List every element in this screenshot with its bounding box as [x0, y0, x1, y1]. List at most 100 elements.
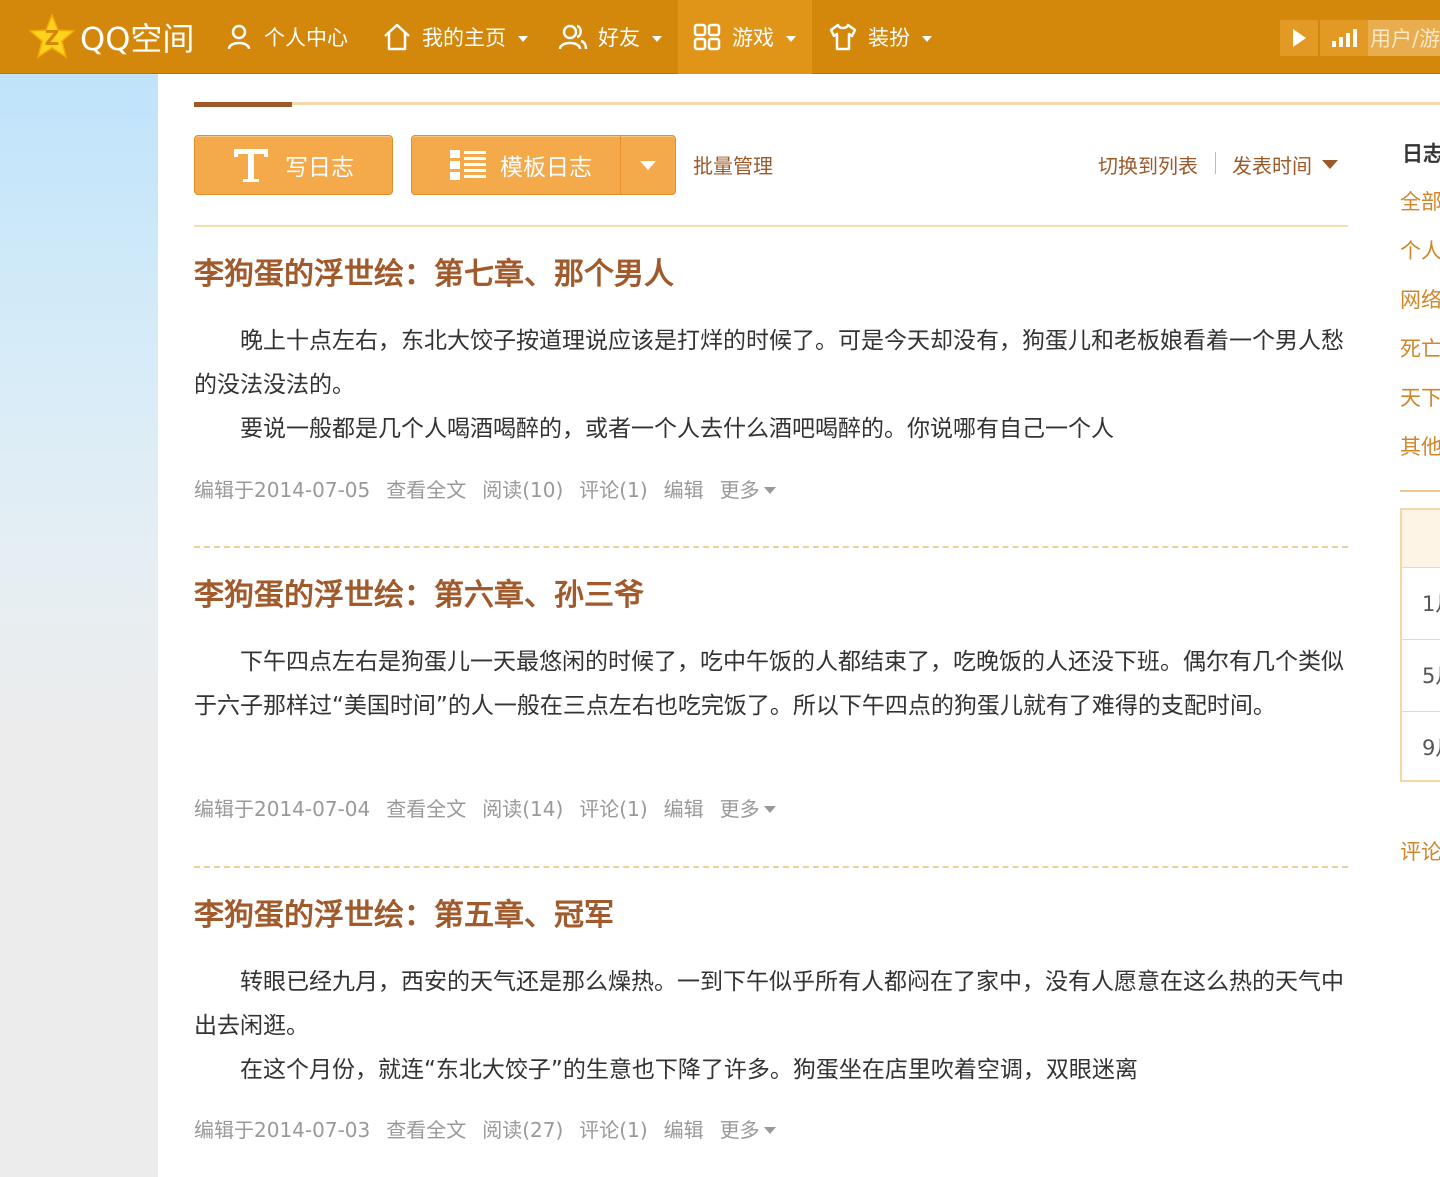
template-blog-label: 模板日志 — [500, 155, 592, 181]
nav-my-homepage[interactable]: 我的主页 — [368, 0, 542, 74]
post-title[interactable]: 李狗蛋的浮世绘：第七章、那个男人 — [194, 255, 1348, 295]
post-title[interactable]: 李狗蛋的浮世绘：第六章、孙三爷 — [194, 576, 1348, 616]
template-blog-button[interactable]: 模板日志 — [411, 135, 676, 195]
blog-post: 李狗蛋的浮世绘：第七章、那个男人 晚上十点左右，东北大饺子按道理说应该是打烊的时… — [194, 255, 1348, 451]
chevron-down-icon — [922, 35, 932, 42]
view-full-link[interactable]: 查看全文 — [386, 475, 466, 505]
batch-manage-link[interactable]: 批量管理 — [693, 150, 773, 179]
friends-icon — [558, 24, 588, 50]
archive-header — [1402, 510, 1440, 568]
post-paragraph: 下午四点左右是狗蛋儿一天最悠闲的时候了，吃中午饭的人都结束了，吃晚饭的人还没下班… — [194, 649, 1344, 719]
more-dropdown[interactable]: 更多 — [720, 794, 792, 824]
sort-label: 发表时间 — [1232, 154, 1312, 178]
sort-by-time-dropdown[interactable]: 发表时间 — [1232, 150, 1338, 179]
archive-month[interactable]: 5月 — [1402, 640, 1440, 712]
user-games-link[interactable]: 用户/游戏 — [1368, 20, 1440, 56]
edit-link[interactable]: 编辑 — [664, 794, 704, 824]
right-tools: 用户/游戏 — [1280, 20, 1440, 56]
nav-games[interactable]: 游戏 — [678, 0, 812, 74]
more-dropdown[interactable]: 更多 — [720, 475, 792, 505]
nav-friends[interactable]: 好友 — [544, 0, 676, 74]
button-divider — [620, 136, 621, 194]
sidebar-title: 日志 — [1402, 142, 1440, 166]
divider — [194, 225, 1348, 227]
chevron-down-icon[interactable] — [640, 161, 656, 170]
divider — [194, 102, 1440, 105]
chevron-down-icon — [652, 35, 662, 42]
edit-link[interactable]: 编辑 — [664, 475, 704, 505]
post-meta: 编辑于2014-07-05 查看全文 阅读(10) 评论(1) 编辑 更多 — [194, 475, 1348, 505]
view-full-link[interactable]: 查看全文 — [386, 794, 466, 824]
logo-text: QQ空间 — [80, 20, 195, 58]
post-excerpt: 转眼已经九月，西安的天气还是那么燥热。一到下午似乎所有人都闷在了家中，没有人愿意… — [194, 960, 1348, 1092]
sidebar-comments-title[interactable]: 评论 — [1400, 836, 1440, 866]
post-meta: 编辑于2014-07-04 查看全文 阅读(14) 评论(1) 编辑 更多 — [194, 794, 1348, 824]
sidebar-category[interactable]: 死亡 — [1400, 333, 1440, 363]
sidebar-category[interactable]: 天下 — [1400, 382, 1440, 412]
chevron-down-icon — [518, 35, 528, 42]
person-icon — [227, 24, 251, 50]
post-divider — [194, 866, 1348, 868]
comment-link[interactable]: 评论(1) — [579, 794, 647, 824]
more-label: 更多 — [719, 478, 760, 502]
post-paragraph: 在这个月份，就连“东北大饺子”的生意也下降了许多。狗蛋坐在店里吹着空调，双眼迷离 — [240, 1057, 1138, 1083]
chevron-down-icon — [786, 35, 796, 42]
star-logo-icon: Z — [28, 13, 76, 59]
more-dropdown[interactable]: 更多 — [720, 1115, 792, 1145]
blog-post: 李狗蛋的浮世绘：第五章、冠军 转眼已经九月，西安的天气还是那么燥热。一到下午似乎… — [194, 896, 1348, 1092]
post-divider — [194, 546, 1348, 548]
sidebar-category[interactable]: 全部 — [1400, 186, 1440, 216]
post-excerpt: 下午四点左右是狗蛋儿一天最悠闲的时候了，吃中午饭的人都结束了，吃晚饭的人还没下班… — [194, 640, 1348, 728]
post-excerpt: 晚上十点左右，东北大饺子按道理说应该是打烊的时候了。可是今天却没有，狗蛋儿和老板… — [194, 319, 1348, 451]
post-paragraph: 转眼已经九月，西安的天气还是那么燥热。一到下午似乎所有人都闷在了家中，没有人愿意… — [194, 969, 1344, 1039]
signal-bars-icon — [1332, 29, 1357, 47]
qzone-logo[interactable]: Z QQ空间 — [28, 12, 194, 62]
blog-post: 李狗蛋的浮世绘：第六章、孙三爷 下午四点左右是狗蛋儿一天最悠闲的时候了，吃中午饭… — [194, 576, 1348, 728]
edit-link[interactable]: 编辑 — [664, 1115, 704, 1145]
sidebar-category[interactable]: 网络 — [1400, 284, 1440, 314]
sidebar-category[interactable]: 其他 — [1400, 431, 1440, 461]
more-label: 更多 — [719, 1118, 760, 1142]
play-icon — [1293, 29, 1306, 47]
write-blog-label: 写日志 — [285, 155, 354, 181]
post-meta: 编辑于2014-07-03 查看全文 阅读(27) 评论(1) 编辑 更多 — [194, 1115, 1348, 1145]
signal-button[interactable] — [1320, 20, 1368, 56]
post-paragraph: 晚上十点左右，东北大饺子按道理说应该是打烊的时候了。可是今天却没有，狗蛋儿和老板… — [194, 328, 1344, 398]
shirt-icon — [829, 23, 857, 51]
edited-date: 编辑于2014-07-03 — [194, 1118, 371, 1142]
comment-link[interactable]: 评论(1) — [579, 475, 647, 505]
comment-link[interactable]: 评论(1) — [579, 1115, 647, 1145]
tab-indicator — [194, 102, 292, 107]
nav-friends-label: 好友 — [598, 26, 640, 50]
nav-decorate-label: 装扮 — [868, 26, 910, 50]
separator — [1215, 152, 1216, 174]
sidebar-category[interactable]: 个人 — [1400, 235, 1440, 265]
top-navigation-bar: Z QQ空间 个人中心 我的主页 好友 游戏 装扮 用户/游戏 — [0, 0, 1440, 74]
post-title[interactable]: 李狗蛋的浮世绘：第五章、冠军 — [194, 896, 1348, 936]
divider — [1400, 490, 1440, 492]
nav-decorate[interactable]: 装扮 — [814, 0, 946, 74]
read-count: 阅读(27) — [482, 1118, 564, 1142]
nav-personal-center[interactable]: 个人中心 — [210, 0, 362, 74]
archive-month[interactable]: 1月 — [1402, 568, 1440, 640]
nav-games-label: 游戏 — [732, 26, 774, 50]
view-full-link[interactable]: 查看全文 — [386, 1115, 466, 1145]
archive-month[interactable]: 9月 — [1402, 712, 1440, 784]
edited-date: 编辑于2014-07-05 — [194, 478, 371, 502]
home-icon — [384, 23, 410, 51]
left-background-strip — [0, 74, 158, 1177]
chevron-down-icon — [763, 486, 776, 494]
text-t-icon — [234, 149, 268, 182]
chevron-down-icon — [763, 1126, 776, 1134]
write-blog-button[interactable]: 写日志 — [194, 135, 393, 195]
svg-text:Z: Z — [45, 26, 60, 50]
blog-main-panel: 写日志 模板日志 批量管理 切换到列表 发表时间 李狗蛋的浮世绘：第七章、那个男… — [158, 74, 1440, 1177]
post-paragraph: 要说一般都是几个人喝酒喝醉的，或者一个人去什么酒吧喝醉的。你说哪有自己一个人 — [240, 416, 1114, 442]
chevron-down-icon — [763, 805, 776, 813]
list-icon — [450, 150, 486, 180]
nav-my-homepage-label: 我的主页 — [422, 26, 506, 50]
play-button[interactable] — [1280, 20, 1318, 56]
archive-calendar: 1月 5月 9月 — [1400, 508, 1440, 782]
chevron-down-icon — [1322, 160, 1338, 169]
switch-to-list-link[interactable]: 切换到列表 — [1098, 150, 1198, 179]
